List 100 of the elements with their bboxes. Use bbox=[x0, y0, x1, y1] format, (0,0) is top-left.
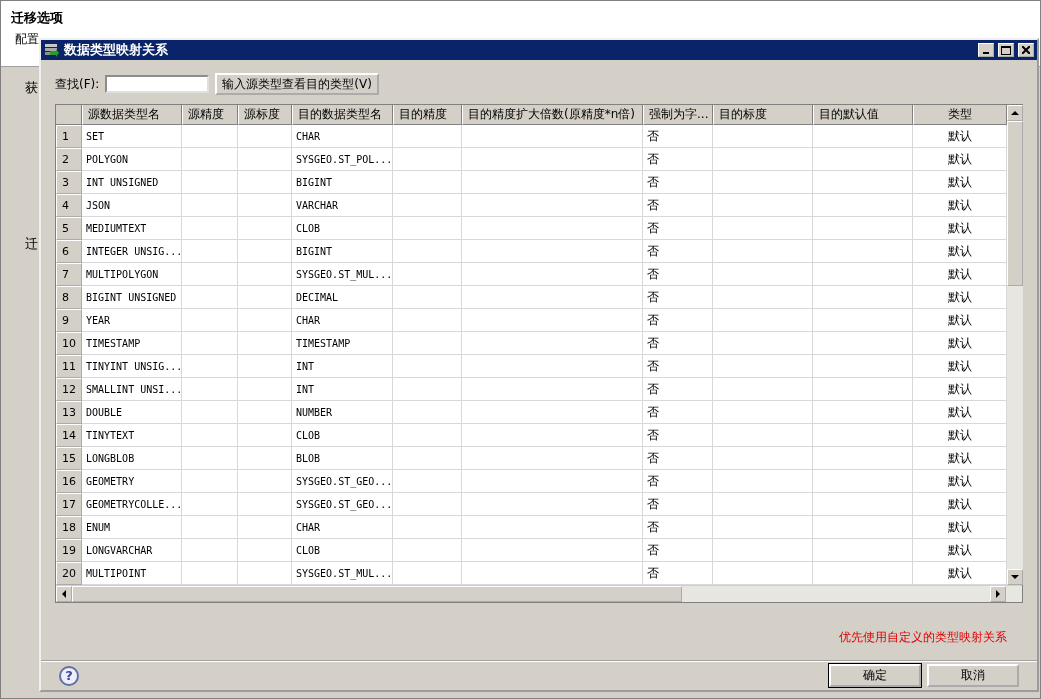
minimize-button[interactable] bbox=[978, 43, 994, 57]
table-cell: CLOB bbox=[292, 424, 393, 447]
column-header[interactable]: 源数据类型名 bbox=[82, 105, 182, 125]
table-cell: TIMESTAMP bbox=[82, 332, 182, 355]
table-cell: 否 bbox=[643, 332, 713, 355]
table-cell: 否 bbox=[643, 516, 713, 539]
close-button[interactable] bbox=[1018, 43, 1034, 57]
table-cell bbox=[238, 539, 292, 562]
table-cell: 否 bbox=[643, 125, 713, 148]
table-cell: MULTIPOLYGON bbox=[82, 263, 182, 286]
table-cell: SYSGEO.ST_MUL... bbox=[292, 263, 393, 286]
table-cell: CHAR bbox=[292, 309, 393, 332]
table-cell bbox=[238, 447, 292, 470]
help-button[interactable]: ? bbox=[59, 665, 79, 686]
table-cell bbox=[238, 470, 292, 493]
table-cell: CHAR bbox=[292, 125, 393, 148]
table-cell: 否 bbox=[643, 309, 713, 332]
row-number: 6 bbox=[56, 240, 82, 263]
table-cell: INT bbox=[292, 355, 393, 378]
table-cell bbox=[238, 171, 292, 194]
table-cell bbox=[393, 125, 462, 148]
section-label: 获 bbox=[25, 79, 38, 97]
table-cell bbox=[238, 401, 292, 424]
table-cell bbox=[182, 355, 238, 378]
table-cell: BIGINT UNSIGNED bbox=[82, 286, 182, 309]
table-cell bbox=[393, 470, 462, 493]
table-cell: SYSGEO.ST_POL... bbox=[292, 148, 393, 171]
table-cell bbox=[238, 493, 292, 516]
column-header[interactable]: 目的精度扩大倍数(原精度*n倍) bbox=[462, 105, 643, 125]
table-cell: BIGINT bbox=[292, 240, 393, 263]
lookup-button[interactable]: 输入源类型查看目的类型(V) bbox=[215, 73, 379, 95]
table-cell bbox=[182, 148, 238, 171]
table-cell: VARCHAR bbox=[292, 194, 393, 217]
page-subtitle: 配置 bbox=[15, 31, 40, 48]
table-cell bbox=[393, 378, 462, 401]
scroll-thumb[interactable] bbox=[1007, 121, 1023, 286]
table-cell bbox=[393, 148, 462, 171]
scroll-left-icon[interactable] bbox=[56, 586, 72, 602]
table-cell: POLYGON bbox=[82, 148, 182, 171]
window-title: 数据类型映射关系 bbox=[64, 41, 169, 59]
scroll-right-icon[interactable] bbox=[990, 586, 1006, 602]
table-cell: 否 bbox=[643, 447, 713, 470]
hint-text: 优先使用自定义的类型映射关系 bbox=[838, 629, 1007, 646]
table-cell bbox=[393, 240, 462, 263]
table-cell: BIGINT bbox=[292, 171, 393, 194]
table-cell bbox=[238, 148, 292, 171]
table-cell: TINYINT UNSIG... bbox=[82, 355, 182, 378]
table-cell bbox=[238, 240, 292, 263]
maximize-button[interactable] bbox=[998, 43, 1014, 57]
table-cell: LONGBLOB bbox=[82, 447, 182, 470]
table-cell bbox=[182, 539, 238, 562]
table-cell bbox=[393, 309, 462, 332]
section-label: 迁 bbox=[25, 235, 38, 253]
search-field[interactable] bbox=[105, 75, 210, 93]
table-cell: LONGVARCHAR bbox=[82, 539, 182, 562]
column-header[interactable]: 源标度 bbox=[238, 105, 292, 125]
page-title: 迁移选项 bbox=[11, 9, 64, 27]
table-cell bbox=[182, 125, 238, 148]
table-cell: 否 bbox=[643, 194, 713, 217]
vertical-scrollbar[interactable] bbox=[1007, 105, 1023, 585]
table-cell: DOUBLE bbox=[82, 401, 182, 424]
table-cell bbox=[393, 217, 462, 240]
row-number: 10 bbox=[56, 332, 82, 355]
table-cell bbox=[393, 516, 462, 539]
table-cell bbox=[393, 493, 462, 516]
table-cell: 否 bbox=[643, 171, 713, 194]
column-header[interactable]: 源精度 bbox=[182, 105, 238, 125]
table-cell: YEAR bbox=[82, 309, 182, 332]
row-number: 8 bbox=[56, 286, 82, 309]
table-cell: DECIMAL bbox=[292, 286, 393, 309]
column-header[interactable]: 目的默认值 bbox=[813, 105, 913, 125]
table-cell bbox=[182, 516, 238, 539]
cancel-button[interactable]: 取消 bbox=[927, 664, 1019, 687]
table-cell bbox=[182, 240, 238, 263]
ok-button[interactable]: 确定 bbox=[829, 664, 921, 687]
table-cell: INT UNSIGNED bbox=[82, 171, 182, 194]
table-cell bbox=[182, 194, 238, 217]
table-cell bbox=[182, 401, 238, 424]
table-cell: 否 bbox=[643, 355, 713, 378]
horizontal-scrollbar[interactable] bbox=[56, 585, 1022, 602]
table-cell: SYSGEO.ST_GEO... bbox=[292, 493, 393, 516]
table-cell: CLOB bbox=[292, 217, 393, 240]
column-header[interactable]: 强制为字... bbox=[643, 105, 713, 125]
column-header[interactable]: 目的数据类型名 bbox=[292, 105, 393, 125]
table-cell bbox=[393, 355, 462, 378]
row-number: 12 bbox=[56, 378, 82, 401]
table-cell bbox=[182, 286, 238, 309]
scroll-up-icon[interactable] bbox=[1007, 105, 1023, 121]
table-cell bbox=[182, 424, 238, 447]
table-cell bbox=[238, 125, 292, 148]
row-number: 3 bbox=[56, 171, 82, 194]
column-header[interactable]: 目的精度 bbox=[393, 105, 462, 125]
column-header[interactable]: 类型 bbox=[913, 105, 1007, 125]
table-cell bbox=[182, 470, 238, 493]
table-cell bbox=[182, 493, 238, 516]
scroll-thumb[interactable] bbox=[72, 586, 682, 602]
row-number: 17 bbox=[56, 493, 82, 516]
column-header[interactable]: 目的标度 bbox=[713, 105, 813, 125]
scroll-down-icon[interactable] bbox=[1007, 569, 1023, 585]
table-cell bbox=[182, 309, 238, 332]
